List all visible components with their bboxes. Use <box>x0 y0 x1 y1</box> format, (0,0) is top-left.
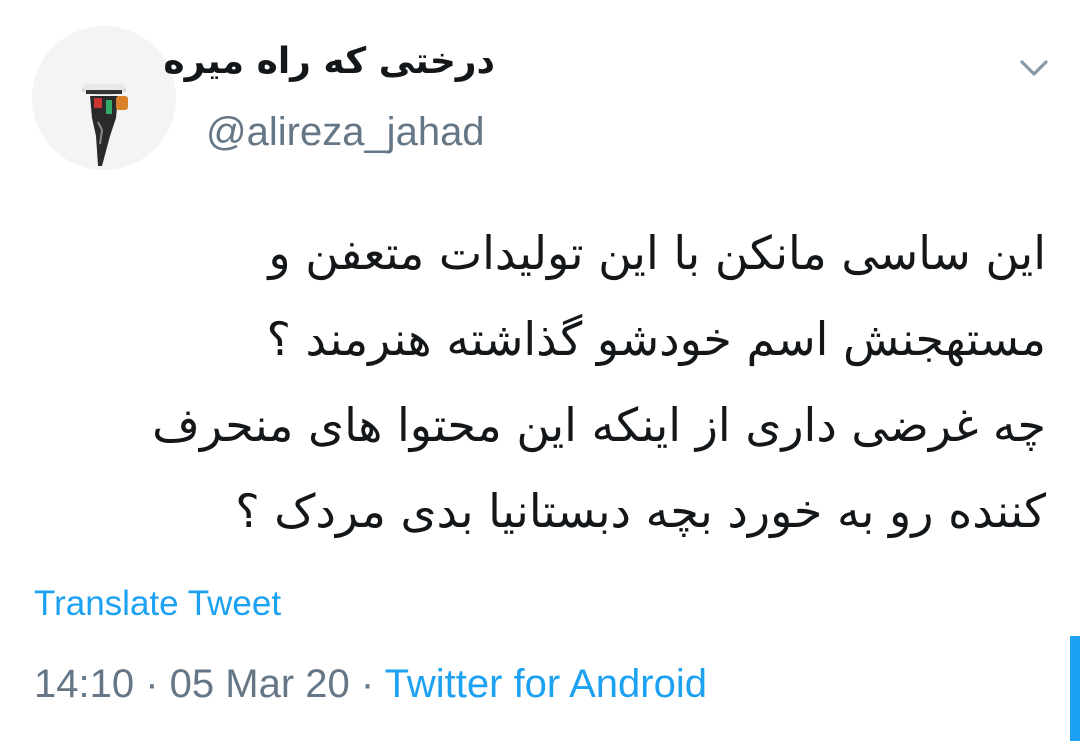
meta-separator: · <box>349 662 385 706</box>
scroll-indicator[interactable] <box>1070 636 1080 741</box>
tweet-text-line: کننده رو به خورد بچه دبستانیا بدی مردک ؟ <box>235 484 1046 538</box>
display-name[interactable]: درختی که راه میره <box>163 40 495 83</box>
translate-tweet-link[interactable]: Translate Tweet <box>34 583 281 625</box>
tweet-text-line: مستهجنش اسم خودشو گذاشته هنرمند ؟ <box>266 312 1046 366</box>
tweet-time: 14:10 <box>34 662 135 706</box>
user-handle[interactable]: @alireza_jahad <box>206 108 485 156</box>
profile-photo-avatar <box>32 26 176 170</box>
tweet-source-link[interactable]: Twitter for Android <box>385 662 707 706</box>
tweet-metadata: 14:10 · 05 Mar 20 · Twitter for Android <box>34 660 707 708</box>
avatar[interactable] <box>32 26 176 170</box>
tweet-text: این ساسی مانکن با این تولیدات متعفن و مس… <box>34 210 1046 554</box>
tweet-text-line: این ساسی مانکن با این تولیدات متعفن و <box>268 226 1046 280</box>
tweet-date: 05 Mar 20 <box>169 662 350 706</box>
meta-separator: · <box>134 662 170 706</box>
tweet-text-line: چه غرضی داری از اینکه این محتوا های منحر… <box>152 398 1046 452</box>
chevron-down-icon[interactable] <box>1014 52 1054 84</box>
